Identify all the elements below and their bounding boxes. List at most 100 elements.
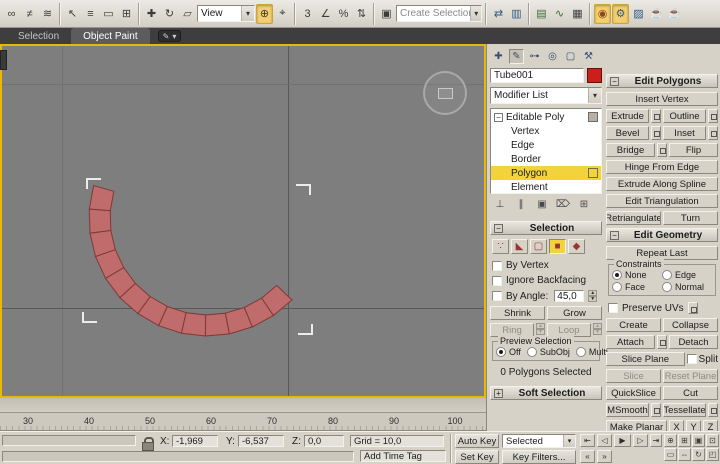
chevron-down-icon[interactable]: ▾ bbox=[241, 6, 254, 21]
msmooth-settings-button[interactable] bbox=[651, 403, 661, 417]
create-tab-icon[interactable]: ✚ bbox=[491, 49, 506, 64]
outline-settings-button[interactable] bbox=[708, 109, 718, 123]
radio[interactable] bbox=[496, 347, 506, 357]
configure-modifier-sets-icon[interactable]: ⊞ bbox=[576, 197, 592, 211]
zoom-extents-icon[interactable]: ▣ bbox=[692, 434, 705, 447]
bridge-settings-button[interactable] bbox=[657, 143, 667, 157]
stack-item-editable-poly[interactable]: − Editable Poly bbox=[491, 110, 601, 124]
edit-polygons-rollout-header[interactable]: − Edit Polygons bbox=[606, 74, 718, 88]
tube-object[interactable] bbox=[2, 46, 484, 396]
layer-manager-icon[interactable]: ▤ bbox=[533, 4, 550, 24]
border-mode-icon[interactable]: ▢ bbox=[530, 239, 547, 254]
go-to-start-button[interactable]: ⇤ bbox=[580, 434, 595, 447]
viewport-top[interactable] bbox=[0, 44, 486, 398]
tessellate-button[interactable]: Tessellate bbox=[663, 403, 706, 417]
radio[interactable] bbox=[662, 282, 672, 292]
inset-button[interactable]: Inset bbox=[663, 126, 706, 140]
preview-subobj-radio[interactable]: SubObj bbox=[527, 347, 570, 357]
slice-plane-button[interactable]: Slice Plane bbox=[606, 352, 685, 366]
chevron-down-icon[interactable]: ▾ bbox=[563, 435, 575, 447]
collapse-button[interactable]: Collapse bbox=[663, 318, 718, 332]
time-slider[interactable] bbox=[0, 398, 486, 413]
msmooth-button[interactable]: MSmooth bbox=[606, 403, 649, 417]
detach-button[interactable]: Detach bbox=[669, 335, 718, 349]
next-frame-button[interactable]: ▷ bbox=[633, 434, 648, 447]
object-name-field[interactable]: Tube001 bbox=[490, 68, 584, 83]
element-mode-icon[interactable]: ◆ bbox=[568, 239, 585, 254]
spinner-down-icon[interactable]: ▼ bbox=[588, 296, 597, 302]
constraint-none-radio[interactable]: None bbox=[612, 270, 662, 280]
make-unique-icon[interactable]: ▣ bbox=[534, 197, 550, 211]
repeat-last-button[interactable]: Repeat Last bbox=[606, 246, 718, 260]
insert-vertex-button[interactable]: Insert Vertex bbox=[606, 92, 718, 106]
stack-item-vertex[interactable]: Vertex bbox=[491, 124, 601, 138]
schematic-view-icon[interactable]: ▦ bbox=[569, 4, 586, 24]
inset-settings-button[interactable] bbox=[708, 126, 718, 140]
next-key-button[interactable]: » bbox=[597, 450, 612, 463]
hinge-from-edge-button[interactable]: Hinge From Edge bbox=[606, 160, 718, 174]
by-vertex-checkbox[interactable]: By Vertex bbox=[492, 260, 602, 271]
track-bar[interactable]: 30 40 50 60 70 80 90 100 bbox=[0, 413, 486, 431]
use-selection-center-icon[interactable]: ⊕ bbox=[256, 4, 273, 24]
reference-coordinate-dropdown[interactable]: View ▾ bbox=[197, 5, 255, 22]
soft-selection-rollout-header[interactable]: + Soft Selection bbox=[490, 386, 602, 400]
retriangulate-button[interactable]: Retriangulate bbox=[606, 211, 661, 225]
select-object-icon[interactable]: ↖ bbox=[64, 4, 81, 24]
stack-visibility-toggle[interactable] bbox=[588, 112, 598, 122]
outline-button[interactable]: Outline bbox=[663, 109, 706, 123]
utilities-tab-icon[interactable]: ⚒ bbox=[581, 49, 596, 64]
add-time-tag[interactable]: Add Time Tag bbox=[360, 450, 446, 462]
remove-modifier-icon[interactable]: ⌦ bbox=[555, 197, 571, 211]
make-planar-y-button[interactable]: Y bbox=[686, 420, 701, 431]
object-color-swatch[interactable] bbox=[587, 68, 602, 83]
named-selection-sets-dropdown[interactable]: Create Selection Se ▾ bbox=[396, 5, 482, 22]
collapse-icon[interactable]: − bbox=[494, 113, 503, 122]
checkbox[interactable] bbox=[492, 276, 502, 286]
select-and-move-icon[interactable]: ✚ bbox=[143, 4, 160, 24]
stack-item-polygon[interactable]: Polygon bbox=[491, 166, 601, 180]
attach-button[interactable]: Attach bbox=[606, 335, 655, 349]
auto-key-button[interactable]: Auto Key bbox=[455, 434, 499, 448]
z-coordinate-field[interactable]: 0,0 bbox=[304, 435, 344, 447]
go-to-end-button[interactable]: ⇥ bbox=[650, 434, 662, 447]
extrude-button[interactable]: Extrude bbox=[606, 109, 649, 123]
angle-spinner[interactable]: ▲ ▼ bbox=[588, 290, 597, 302]
previous-key-button[interactable]: « bbox=[580, 450, 595, 463]
snap-toggle-icon[interactable]: 3 bbox=[299, 4, 316, 24]
angle-value-field[interactable]: 45,0 bbox=[554, 290, 584, 302]
expand-icon[interactable]: + bbox=[494, 389, 503, 398]
hierarchy-tab-icon[interactable]: ⊶ bbox=[527, 49, 542, 64]
key-filters-button[interactable]: Key Filters... bbox=[502, 450, 576, 464]
stack-item-border[interactable]: Border bbox=[491, 152, 601, 166]
selection-region-icon[interactable]: ▭ bbox=[100, 4, 117, 24]
constraint-normal-radio[interactable]: Normal bbox=[662, 282, 712, 292]
tab-object-paint[interactable]: Object Paint bbox=[71, 28, 149, 44]
tessellate-settings-button[interactable] bbox=[708, 403, 718, 417]
unlink-selection-icon[interactable]: ≠ bbox=[21, 4, 38, 24]
selection-lock-icon[interactable] bbox=[142, 437, 153, 449]
radio[interactable] bbox=[576, 347, 586, 357]
key-mode-dropdown[interactable]: Selected ▾ bbox=[502, 434, 576, 448]
percent-snap-icon[interactable]: % bbox=[335, 4, 352, 24]
maximize-viewport-icon[interactable]: ◰ bbox=[706, 448, 719, 461]
selection-rollout-header[interactable]: − Selection bbox=[490, 221, 602, 235]
checkbox[interactable] bbox=[492, 261, 502, 271]
preview-multi-radio[interactable]: Multi bbox=[576, 347, 608, 357]
select-by-name-icon[interactable]: ≡ bbox=[82, 4, 99, 24]
render-iterative-icon[interactable]: ☕ bbox=[666, 4, 683, 24]
zoom-region-icon[interactable]: ▭ bbox=[664, 448, 677, 461]
select-and-manipulate-icon[interactable]: ⌖ bbox=[274, 4, 291, 24]
angle-snap-icon[interactable]: ∠ bbox=[317, 4, 334, 24]
viewcube[interactable] bbox=[423, 71, 467, 115]
spinner-snap-icon[interactable]: ⇅ bbox=[353, 4, 370, 24]
edge-mode-icon[interactable]: ◣ bbox=[511, 239, 528, 254]
y-coordinate-field[interactable]: -6,537 bbox=[238, 435, 284, 447]
shrink-button[interactable]: Shrink bbox=[490, 306, 545, 320]
select-and-rotate-icon[interactable]: ↻ bbox=[161, 4, 178, 24]
display-tab-icon[interactable]: ▢ bbox=[563, 49, 578, 64]
attach-settings-button[interactable] bbox=[657, 335, 667, 349]
bevel-settings-button[interactable] bbox=[651, 126, 661, 140]
radio[interactable] bbox=[612, 282, 622, 292]
constraint-face-radio[interactable]: Face bbox=[612, 282, 662, 292]
mirror-icon[interactable]: ⇄ bbox=[490, 4, 507, 24]
